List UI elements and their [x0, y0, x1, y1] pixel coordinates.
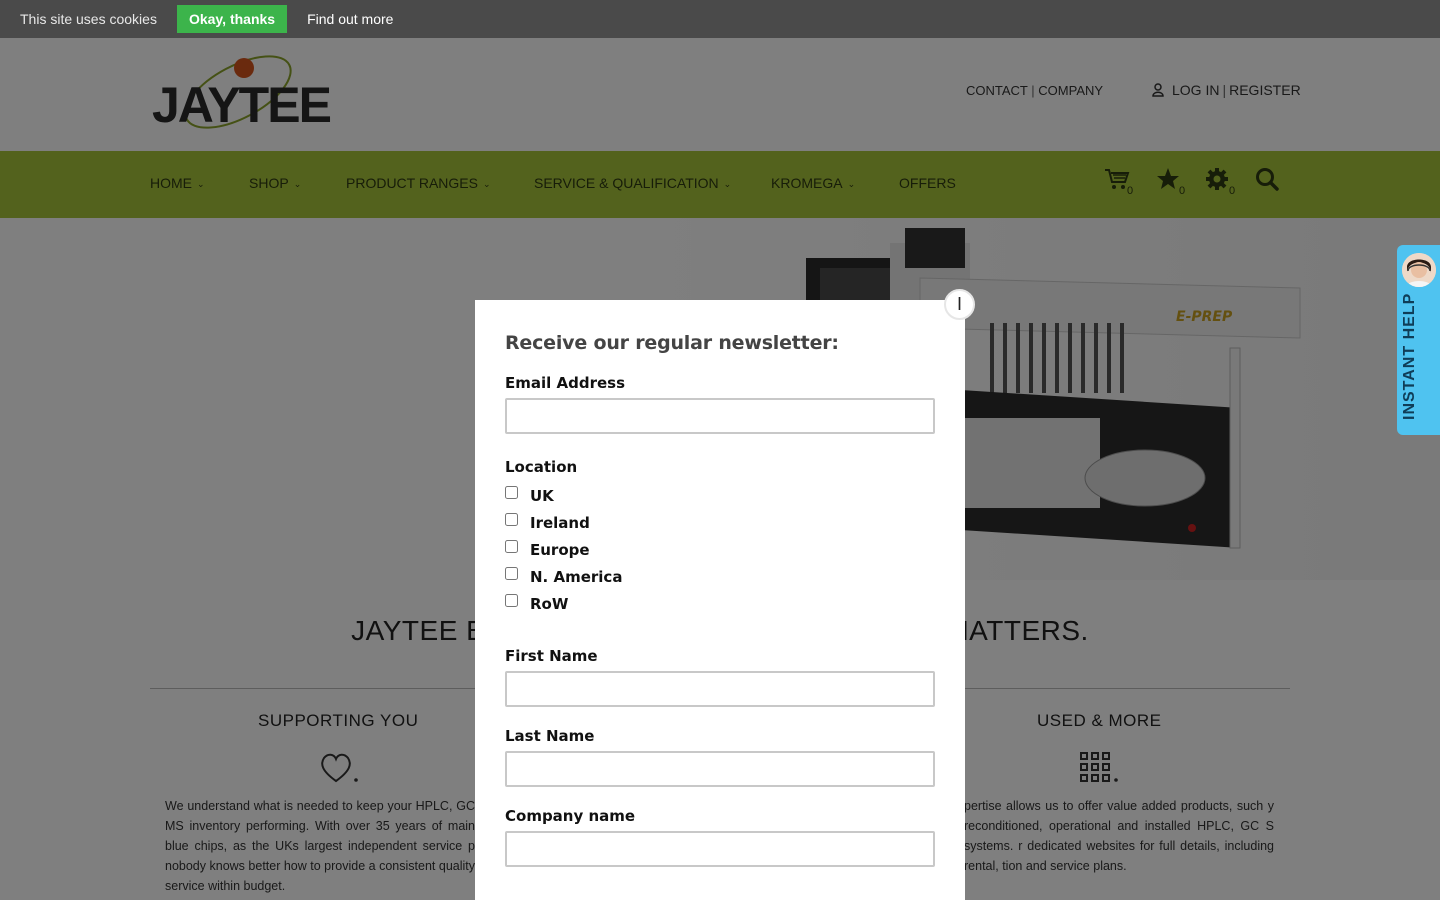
company-name-field[interactable] [505, 831, 935, 867]
location-checkbox-row[interactable] [505, 594, 518, 607]
location-option-label: Europe [530, 540, 590, 559]
cookie-find-out-more-link[interactable]: Find out more [307, 11, 393, 27]
email-field[interactable] [505, 398, 935, 434]
location-option-label: UK [530, 486, 554, 505]
instant-help-label: INSTANT HELP [1401, 292, 1418, 420]
instant-help-tab[interactable]: INSTANT HELP [1397, 245, 1440, 435]
location-option-row: RoW [505, 590, 935, 617]
last-name-label: Last Name [505, 727, 595, 745]
location-option-north-america: N. America [505, 563, 935, 590]
location-options: UK Ireland Europe N. America RoW [505, 482, 935, 617]
location-checkbox-north-america[interactable] [505, 567, 518, 580]
newsletter-modal: Receive our regular newsletter: Email Ad… [475, 300, 965, 900]
location-option-label: Ireland [530, 513, 590, 532]
modal-close-button[interactable]: I [944, 289, 975, 320]
first-name-field[interactable] [505, 671, 935, 707]
location-option-europe: Europe [505, 536, 935, 563]
cookie-accept-button[interactable]: Okay, thanks [176, 5, 288, 33]
location-checkbox-europe[interactable] [505, 540, 518, 553]
location-option-label: N. America [530, 567, 623, 586]
location-option-uk: UK [505, 482, 935, 509]
location-option-label: RoW [530, 594, 569, 613]
location-checkbox-uk[interactable] [505, 486, 518, 499]
email-label: Email Address [505, 374, 626, 392]
location-option-ireland: Ireland [505, 509, 935, 536]
location-checkbox-ireland[interactable] [505, 513, 518, 526]
cookie-bar: This site uses cookies Okay, thanks Find… [0, 0, 1440, 38]
location-label: Location [505, 458, 578, 476]
cookie-message: This site uses cookies [20, 11, 157, 27]
support-agent-avatar [1402, 253, 1436, 287]
modal-title: Receive our regular newsletter: [505, 332, 839, 354]
company-name-label: Company name [505, 807, 636, 825]
last-name-field[interactable] [505, 751, 935, 787]
first-name-label: First Name [505, 647, 598, 665]
